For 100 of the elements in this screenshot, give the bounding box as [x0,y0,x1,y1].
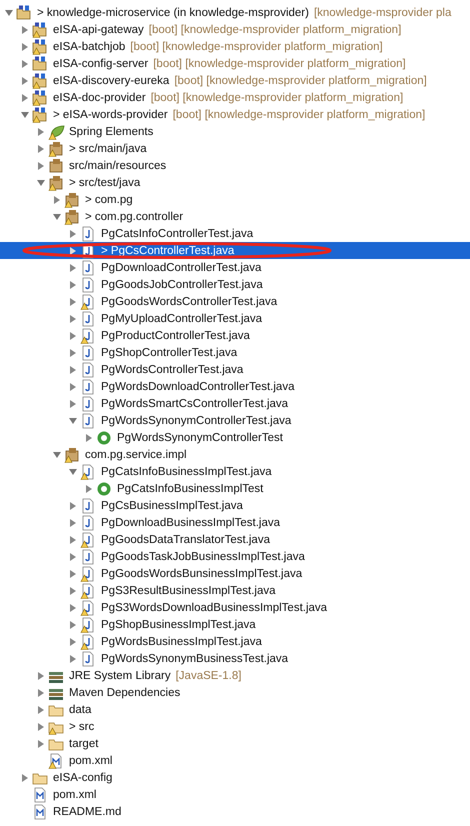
collapsed-arrow-icon[interactable] [68,552,78,562]
tree-item[interactable]: Spring Elements [0,123,470,140]
tree-item[interactable]: > com.pg.controller [0,208,470,225]
collapsed-arrow-icon[interactable] [68,620,78,630]
expanded-arrow-icon[interactable] [68,466,78,476]
tree-item[interactable]: PgShopBusinessImplTest.java [0,616,470,633]
tree-item[interactable]: eISA-config [0,769,470,786]
collapsed-arrow-icon[interactable] [68,314,78,324]
collapsed-arrow-icon[interactable] [68,398,78,408]
tree-item[interactable]: com.pg.service.impl [0,446,470,463]
item-label: JRE System Library [69,670,171,682]
collapsed-arrow-icon[interactable] [84,432,94,442]
tree-item[interactable]: JRE System Library [JavaSE-1.8] [0,667,470,684]
tree-item[interactable]: PgCsBusinessImplTest.java [0,497,470,514]
tree-item[interactable]: PgWordsSynonymControllerTest.java [0,412,470,429]
tree-item[interactable]: PgGoodsJobControllerTest.java [0,276,470,293]
tree-item[interactable]: PgWordsDownloadControllerTest.java [0,378,470,395]
collapsed-arrow-icon[interactable] [20,58,30,68]
expanded-arrow-icon[interactable] [68,416,78,426]
collapsed-arrow-icon[interactable] [68,636,78,646]
collapsed-arrow-icon[interactable] [68,246,78,256]
tree-item[interactable]: PgCatsInfoBusinessImplTest [0,480,470,497]
expanded-arrow-icon[interactable] [20,110,30,120]
tree-item[interactable]: PgProductControllerTest.java [0,327,470,344]
item-label: > com.pg [85,194,133,206]
collapsed-arrow-icon[interactable] [52,194,62,204]
collapsed-arrow-icon[interactable] [20,24,30,34]
item-label: PgS3ResultBusinessImplTest.java [101,584,276,596]
tree-item[interactable]: PgDownloadControllerTest.java [0,259,470,276]
collapsed-arrow-icon[interactable] [20,42,30,52]
tree-item[interactable]: > src/test/java [0,174,470,191]
tree-item[interactable]: PgGoodsWordsControllerTest.java [0,293,470,310]
tree-item[interactable]: eISA-api-gateway [boot] [knowledge-msprovider platform_migration] [0,21,470,38]
collapsed-arrow-icon[interactable] [68,500,78,510]
collapsed-arrow-icon[interactable] [68,228,78,238]
item-label: PgGoodsWordsBunsinessImplTest.java [101,568,302,580]
expanded-arrow-icon[interactable] [4,8,14,18]
item-label: PgDownloadBusinessImplTest.java [101,516,280,528]
collapsed-arrow-icon[interactable] [36,704,46,714]
tree-item[interactable]: eISA-config-server [boot] [knowledge-msprovider platform_migration] [0,55,470,72]
collapsed-arrow-icon[interactable] [68,382,78,392]
tree-item[interactable]: pom.xml [0,752,470,769]
tree-item[interactable]: PgWordsBusinessImplTest.java [0,633,470,650]
collapsed-arrow-icon[interactable] [36,126,46,136]
collapsed-arrow-icon[interactable] [20,772,30,782]
tree-item[interactable]: > eISA-words-provider [boot] [knowledge-msprovider platform_migration] [0,106,470,123]
collapsed-arrow-icon[interactable] [68,602,78,612]
tree-item[interactable]: target [0,735,470,752]
item-label: > PgCsControllerTest.java [101,244,234,256]
tree-item[interactable]: > com.pg [0,191,470,208]
expanded-arrow-icon[interactable] [36,178,46,188]
tree-item[interactable]: > knowledge-microservice (in knowledge-msprovider) [knowledge-msprovider pla [0,4,470,21]
tree-item[interactable]: PgDownloadBusinessImplTest.java [0,514,470,531]
collapsed-arrow-icon[interactable] [68,586,78,596]
tree-item[interactable]: > src [0,718,470,735]
tree-item[interactable]: PgWordsSmartCsControllerTest.java [0,395,470,412]
item-label: PgS3WordsDownloadBusinessImplTest.java [101,602,328,614]
tree-item[interactable]: PgCatsInfoControllerTest.java [0,225,470,242]
tree-item[interactable]: > src/main/java [0,140,470,157]
tree-item[interactable]: PgGoodsDataTranslatorTest.java [0,531,470,548]
collapsed-arrow-icon[interactable] [36,738,46,748]
tree-item[interactable]: data [0,701,470,718]
collapsed-arrow-icon[interactable] [68,534,78,544]
collapsed-arrow-icon[interactable] [84,484,94,494]
tree-item[interactable]: PgGoodsWordsBunsinessImplTest.java [0,565,470,582]
collapsed-arrow-icon[interactable] [68,280,78,290]
tree-item[interactable]: PgWordsSynonymControllerTest [0,429,470,446]
tree-item[interactable]: PgS3ResultBusinessImplTest.java [0,582,470,599]
collapsed-arrow-icon[interactable] [36,160,46,170]
tree-item[interactable]: PgShopControllerTest.java [0,344,470,361]
collapsed-arrow-icon[interactable] [36,144,46,154]
tree-item[interactable]: eISA-doc-provider [boot] [knowledge-msprovider platform_migration] [0,89,470,106]
collapsed-arrow-icon[interactable] [68,654,78,664]
collapsed-arrow-icon[interactable] [36,722,46,732]
collapsed-arrow-icon[interactable] [36,688,46,698]
tree-item[interactable]: PgWordsControllerTest.java [0,361,470,378]
collapsed-arrow-icon[interactable] [36,670,46,680]
collapsed-arrow-icon[interactable] [68,518,78,528]
item-label: PgDownloadControllerTest.java [101,262,262,274]
tree-item[interactable]: src/main/resources [0,157,470,174]
tree-item[interactable]: README.md [0,803,470,820]
tree-item[interactable]: PgCatsInfoBusinessImplTest.java [0,463,470,480]
tree-item[interactable]: eISA-discovery-eureka [boot] [knowledge-msprovider platform_migration] [0,72,470,89]
collapsed-arrow-icon[interactable] [68,364,78,374]
tree-item[interactable]: Maven Dependencies [0,684,470,701]
tree-item[interactable]: pom.xml [0,786,470,803]
tree-item[interactable]: PgS3WordsDownloadBusinessImplTest.java [0,599,470,616]
tree-item[interactable]: PgMyUploadControllerTest.java [0,310,470,327]
collapsed-arrow-icon[interactable] [68,348,78,358]
expanded-arrow-icon[interactable] [52,212,62,222]
collapsed-arrow-icon[interactable] [68,262,78,272]
tree-item[interactable]: eISA-batchjob [boot] [knowledge-msprovider platform_migration] [0,38,470,55]
expanded-arrow-icon[interactable] [52,450,62,460]
collapsed-arrow-icon[interactable] [20,92,30,102]
collapsed-arrow-icon[interactable] [68,568,78,578]
tree-item[interactable]: PgGoodsTaskJobBusinessImplTest.java [0,548,470,565]
collapsed-arrow-icon[interactable] [68,330,78,340]
tree-item[interactable]: PgWordsSynonymBusinessTest.java [0,650,470,667]
collapsed-arrow-icon[interactable] [68,296,78,306]
collapsed-arrow-icon[interactable] [20,76,30,86]
